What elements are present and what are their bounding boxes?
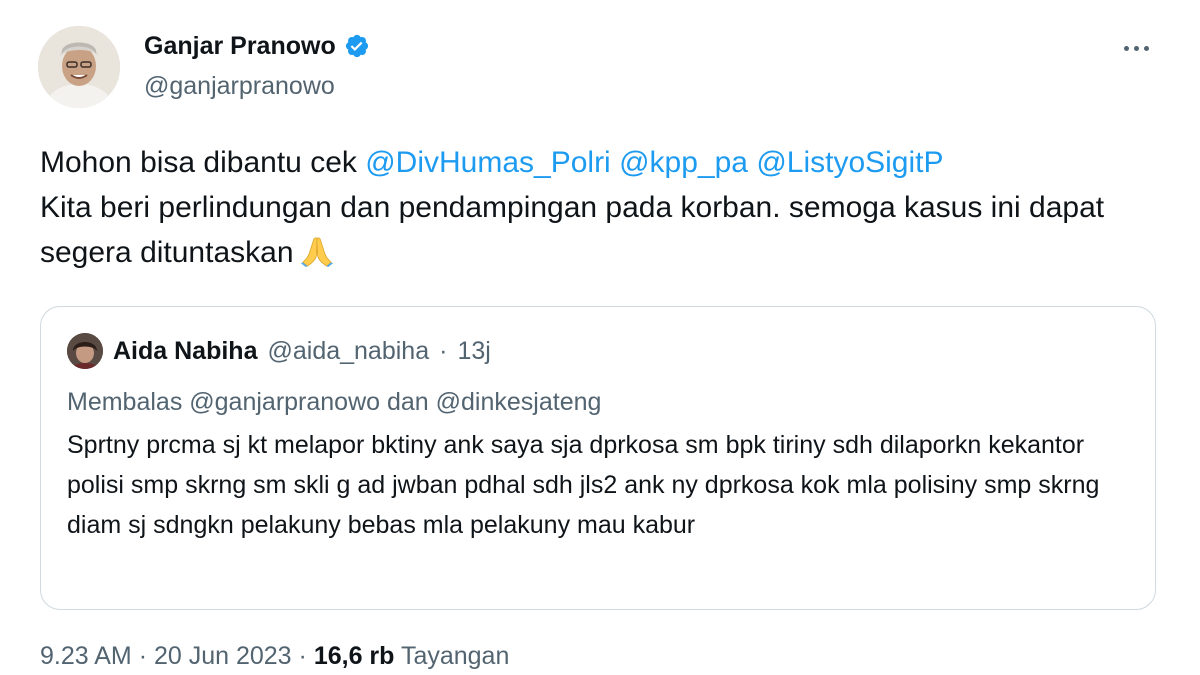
folded-hands-icon (300, 237, 333, 268)
more-options-button[interactable] (1116, 38, 1156, 58)
quoted-tweet-header: Aida Nabiha @aida_nabiha · 13j (67, 333, 491, 369)
tweet-time[interactable]: 9.23 AM (40, 642, 132, 670)
verified-badge-icon[interactable] (344, 33, 370, 59)
quoted-reply-context: Membalas @ganjarpranowo dan @dinkesjaten… (67, 388, 602, 416)
quoted-separator: · (439, 337, 448, 365)
meta-separator: · (298, 642, 307, 670)
quoted-author-handle: @aida_nabiha (267, 337, 430, 365)
views-count: 16,6 rb (313, 642, 395, 670)
more-dot-icon (1123, 45, 1129, 51)
mention-link[interactable]: @DivHumas_Polri (365, 146, 611, 179)
mention-link[interactable]: @ListyoSigitP (756, 146, 943, 179)
author-display-name[interactable]: Ganjar Pranowo (144, 30, 336, 62)
author-name-row: Ganjar Pranowo (144, 30, 370, 62)
tweet-text-intro: Mohon bisa dibantu cek (40, 146, 366, 179)
tweet-text-body: Kita beri perlindungan dan pendampingan … (40, 191, 1105, 269)
more-dot-icon (1143, 45, 1149, 51)
tweet-date[interactable]: 20 Jun 2023 (154, 642, 292, 670)
quoted-tweet-text: Sprtny prcma sj kt melapor bktiny ank sa… (67, 431, 1100, 539)
tweet-meta: 9.23 AM · 20 Jun 2023 · 16,6 rb Tayangan (40, 640, 509, 672)
mention-link[interactable]: @kpp_pa (619, 146, 748, 179)
meta-separator: · (138, 642, 148, 670)
quoted-tweet[interactable]: Aida Nabiha @aida_nabiha · 13j Membalas … (40, 306, 1156, 610)
quoted-author-avatar[interactable] (67, 333, 103, 369)
author-handle[interactable]: @ganjarpranowo (144, 70, 370, 102)
quoted-timestamp: 13j (457, 337, 491, 365)
quoted-author-name[interactable]: Aida Nabiha (113, 335, 257, 367)
author-avatar[interactable] (38, 26, 120, 108)
author-block: Ganjar Pranowo @ganjarpranowo (144, 30, 370, 102)
tweet-card: Ganjar Pranowo @ganjarpranowo Mohon bisa… (0, 0, 1200, 675)
tweet-text: Mohon bisa dibantu cek @DivHumas_Polri @… (40, 140, 1150, 275)
quoted-avatar-image (67, 333, 103, 369)
avatar-image (38, 26, 120, 108)
views-label: Tayangan (400, 642, 510, 670)
more-dot-icon (1133, 45, 1139, 51)
